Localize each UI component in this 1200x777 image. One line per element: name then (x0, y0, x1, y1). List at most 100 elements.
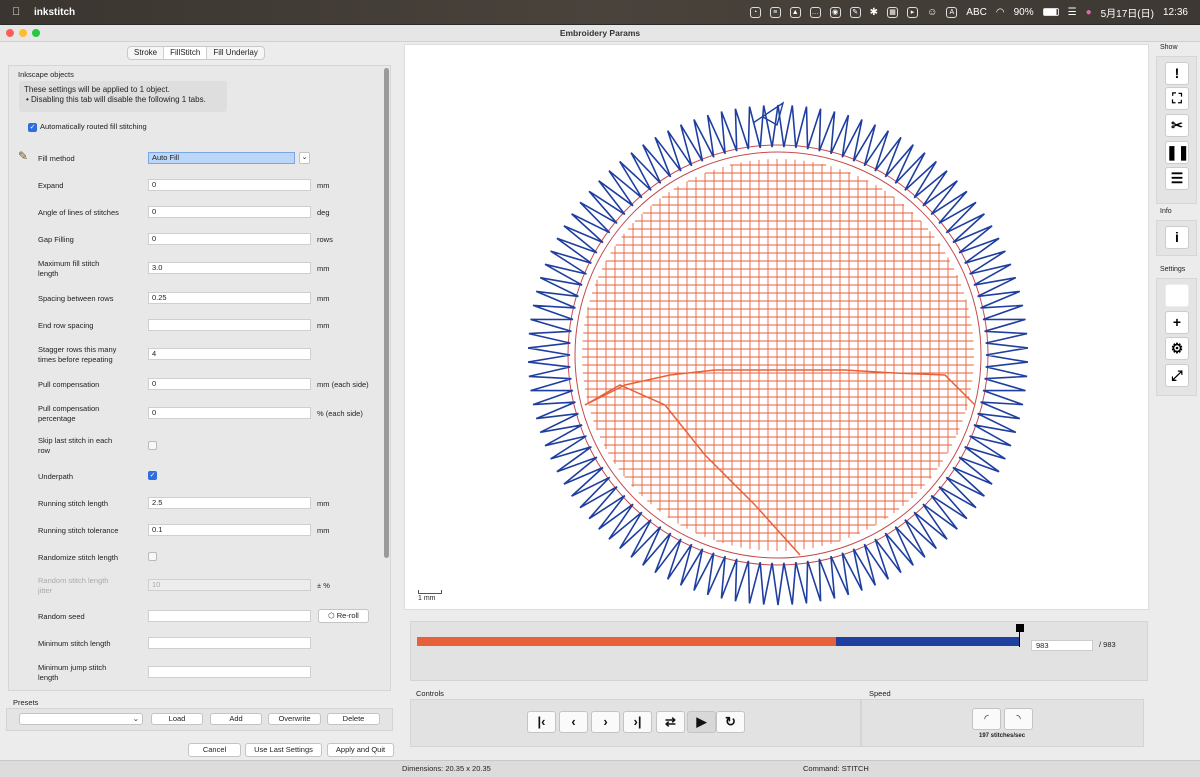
apple-icon[interactable]:  (12, 6, 24, 18)
scissors-icon[interactable]: ✂ (1165, 114, 1189, 137)
param-input[interactable] (148, 610, 311, 622)
command-status: Command: STITCH (803, 764, 869, 773)
input-mode-label[interactable]: ABC (966, 7, 987, 18)
record-icon[interactable]: ◉ (829, 6, 841, 18)
stitch-list-icon[interactable]: ☰ (1165, 167, 1189, 190)
param-label: Pull compensation percentage (38, 404, 100, 423)
cancel-button[interactable]: Cancel (188, 743, 241, 757)
timeline-slider-handle[interactable] (1016, 624, 1024, 632)
param-input[interactable]: 0 (148, 407, 311, 419)
param-input[interactable]: 3.0 (148, 262, 311, 274)
step-forward-button[interactable]: › (591, 711, 620, 733)
jump-end-button[interactable]: ›| (623, 711, 652, 733)
play-button[interactable]: ▶ (687, 711, 716, 733)
travel-path (584, 369, 976, 406)
param-input[interactable]: 4 (148, 348, 311, 360)
param-input[interactable]: 0.25 (148, 292, 311, 304)
param-input[interactable]: 0 (148, 206, 311, 218)
info-icon[interactable]: i (1165, 226, 1189, 249)
delete-button[interactable]: Delete (327, 713, 380, 725)
info-label: Info (1160, 208, 1172, 215)
pause-icon[interactable]: ❚❚ (1165, 141, 1189, 164)
presets-select[interactable]: ⌄ (19, 713, 143, 725)
jump-stitch-icon[interactable]: ⛶ (1165, 87, 1189, 110)
param-input[interactable]: 0 (148, 179, 311, 191)
timer-icon[interactable]: ◔ (749, 6, 761, 18)
use-last-settings-button[interactable]: Use Last Settings (245, 743, 322, 757)
param-label: Minimum jump stitch length (38, 663, 107, 682)
refresh-icon: ↻ (725, 714, 736, 729)
bluetooth-icon[interactable]: ✱ (870, 7, 878, 18)
menubar-time[interactable]: 12:36 (1163, 7, 1188, 18)
pen-icon[interactable]: ✎ (849, 6, 861, 18)
param-input[interactable] (148, 666, 311, 678)
close-button[interactable] (6, 29, 14, 37)
gear-icon[interactable]: ⚙ (1165, 337, 1189, 360)
faster-button[interactable]: ◝ (1004, 708, 1033, 730)
param-input[interactable]: 0.1 (148, 524, 311, 536)
dots-icon[interactable]: … (809, 6, 821, 18)
play-icon[interactable]: ▸ (907, 6, 919, 18)
warning-exclamation-icon[interactable]: ! (1165, 62, 1189, 85)
battery-label[interactable]: 90% (1014, 7, 1034, 18)
param-input[interactable]: 0 (148, 233, 311, 245)
pencil-icon: ✎ (18, 149, 29, 163)
control-center-icon[interactable]: ☰ (1068, 7, 1077, 18)
param-input[interactable] (148, 319, 311, 331)
param-unit: ± % (317, 581, 330, 590)
notes-icon[interactable]: ≡ (769, 6, 781, 18)
restart-button[interactable]: ↻ (716, 711, 745, 733)
menubar-date[interactable]: 5月17日(日) (1101, 5, 1154, 20)
swap-arrows-icon: ⇄ (665, 714, 676, 729)
chevron-down-icon[interactable]: ⌄ (299, 152, 310, 164)
resize-arrow-icon[interactable]: ⤢ (1165, 364, 1189, 387)
jump-start-button[interactable]: |‹ (527, 711, 556, 733)
tab-fill-underlay[interactable]: Fill Underlay (207, 47, 263, 59)
battery-icon[interactable] (1042, 8, 1059, 16)
timeline-satin-segment (836, 637, 1020, 646)
chevron-right-icon: › (603, 714, 608, 729)
tab-fillstitch[interactable]: FillStitch (164, 47, 208, 59)
photo-icon[interactable]: ▲ (789, 6, 801, 18)
randomize-checkbox[interactable] (148, 552, 157, 561)
param-label: Randomize stitch length (38, 553, 119, 562)
zoom-button[interactable] (32, 29, 40, 37)
siri-icon[interactable]: ● (1086, 7, 1092, 18)
skip-forward-icon: ›| (633, 714, 642, 729)
param-label: Spacing between rows (38, 294, 114, 303)
param-input[interactable]: 2.5 (148, 497, 311, 509)
auto-routed-label: Automatically routed fill stitching (40, 122, 147, 131)
reroll-button[interactable]: ⬡ Re-roll (318, 609, 369, 623)
panel-header: Inkscape objects (18, 70, 74, 79)
app-menu[interactable]: inkstitch (34, 7, 75, 18)
overwrite-button[interactable]: Overwrite (268, 713, 321, 725)
fill-method-select[interactable]: Auto Fill (148, 152, 295, 164)
load-button[interactable]: Load (151, 713, 203, 725)
tab-stroke[interactable]: Stroke (128, 47, 165, 59)
wifi-icon[interactable]: ◠ (996, 7, 1005, 18)
window-icon[interactable]: ▦ (887, 6, 899, 18)
stitch-preview-canvas[interactable]: 1 mm (404, 44, 1149, 610)
param-unit: mm (317, 526, 330, 535)
plus-icon[interactable]: + (1165, 311, 1189, 334)
underpath-checkbox[interactable]: ✓ (148, 471, 157, 480)
current-frame-input[interactable]: 983 (1031, 640, 1093, 651)
keyboard-a-icon[interactable]: A (946, 6, 958, 18)
param-input[interactable]: 0 (148, 378, 311, 390)
panel-scrollbar[interactable] (384, 68, 389, 558)
face-icon[interactable]: ☺ (927, 7, 937, 18)
menu-bar:  inkstitch ◔ ≡ ▲ … ◉ ✎ ✱ ▦ ▸ ☺ A ABC ◠ … (0, 0, 1200, 24)
controls-title: Controls (416, 689, 444, 698)
add-button[interactable]: Add (210, 713, 262, 725)
skip-last-checkbox[interactable] (148, 441, 157, 450)
slower-button[interactable]: ◜ (972, 708, 1001, 730)
direction-toggle-button[interactable]: ⇄ (656, 711, 685, 733)
blank-setting-icon[interactable] (1165, 284, 1189, 307)
apply-and-quit-button[interactable]: Apply and Quit (327, 743, 394, 757)
param-input[interactable] (148, 637, 311, 649)
auto-routed-checkbox[interactable]: ✓ (28, 123, 37, 132)
controls-box: |‹ ‹ › ›| ⇄ ▶ ↻ (410, 699, 861, 747)
minimize-button[interactable] (19, 29, 27, 37)
param-label: Underpath (38, 472, 74, 481)
step-back-button[interactable]: ‹ (559, 711, 588, 733)
